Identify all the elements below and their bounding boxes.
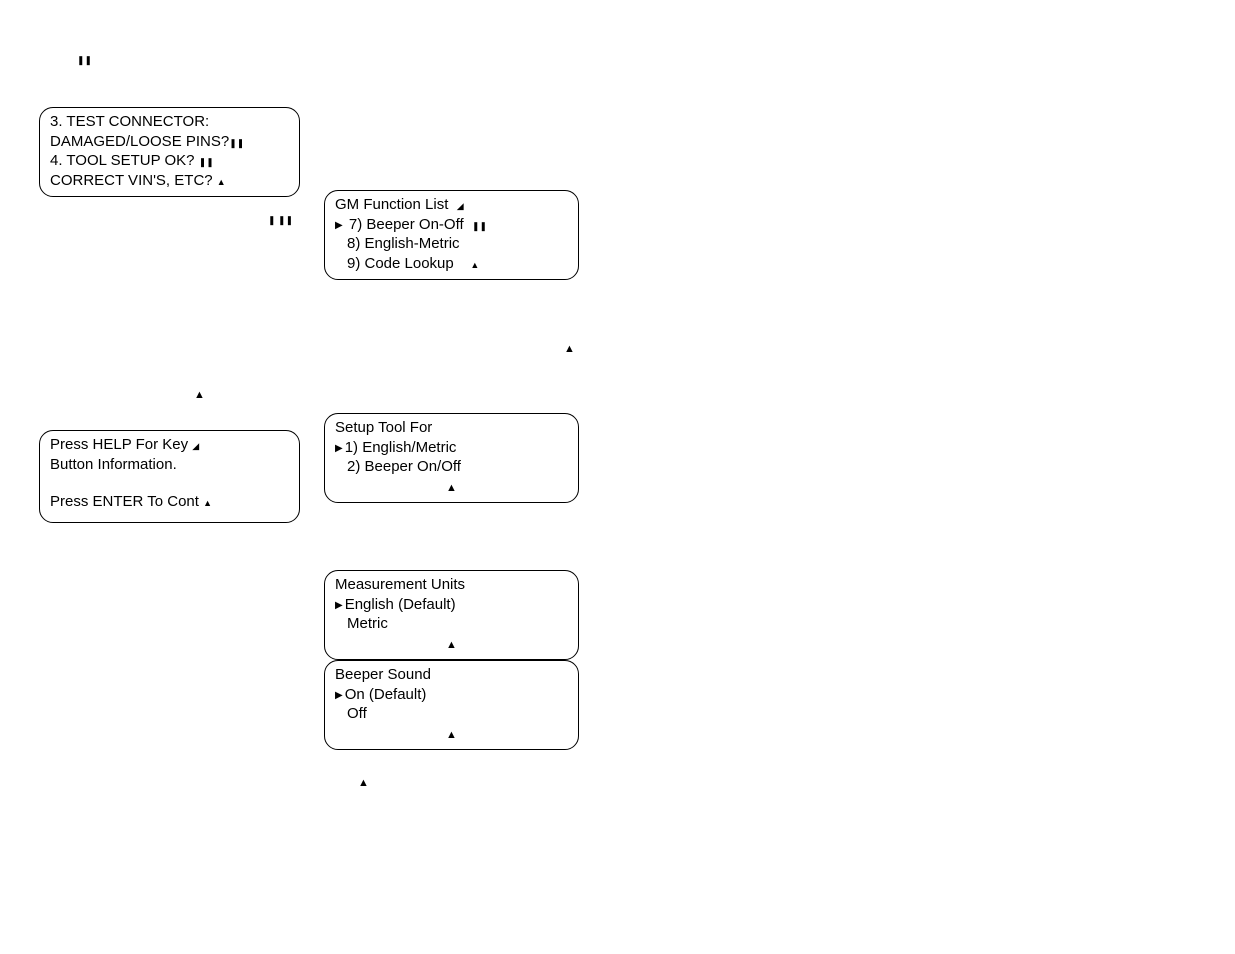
text: 7) Beeper On-Off [349, 216, 464, 233]
text: 4. TOOL SETUP OK? [50, 152, 195, 169]
screen-setup-tool: Setup Tool For 1) English/Metric 2) Beep… [324, 413, 579, 503]
decoration-glyph: ▲ [564, 344, 575, 355]
decoration-glyph: ◢ [457, 202, 464, 211]
option-english[interactable]: English (Default) [335, 595, 568, 615]
text-line: 4. TOOL SETUP OK? ❚❚ [50, 151, 289, 171]
menu-item-beeper-on-off[interactable]: 2) Beeper On/Off [335, 457, 568, 477]
text-line: Press HELP For Key ◢ [50, 435, 289, 455]
decoration-glyph: ▲ [470, 261, 479, 270]
screen-title: Setup Tool For [335, 418, 568, 438]
text-line: Press ENTER To Cont ▲ [50, 492, 289, 512]
option-metric[interactable]: Metric [335, 614, 568, 634]
text-line: Button Information. [50, 455, 289, 475]
text: Press ENTER To Cont [50, 493, 199, 510]
text: DAMAGED/LOOSE PINS? [50, 133, 229, 150]
menu-item-code-lookup[interactable]: 9) Code Lookup ▲ [335, 254, 568, 274]
decoration-glyph: ▲ [446, 640, 457, 651]
screen-help-info: Press HELP For Key ◢ Button Information.… [39, 430, 300, 523]
screen-beeper-sound: Beeper Sound On (Default) Off ▲ [324, 660, 579, 750]
decoration-glyph: ❚❚ [472, 222, 487, 231]
decoration-glyph: ❚❚ [77, 56, 92, 65]
menu-item-english-metric[interactable]: 8) English-Metric [335, 234, 568, 254]
blank-line [50, 474, 289, 492]
decoration-glyph: ❚ ❚❚ [268, 216, 293, 225]
text-line: DAMAGED/LOOSE PINS?❚❚ [50, 132, 289, 152]
screen-gm-function-list: GM Function List ◢ 7) Beeper On-Off ❚❚ 8… [324, 190, 579, 280]
decoration-glyph: ❚❚ [199, 158, 214, 167]
screen-title: Beeper Sound [335, 665, 568, 685]
decoration-glyph: ◢ [192, 442, 199, 451]
decoration-glyph: ▲ [446, 730, 457, 741]
decoration-glyph: ▲ [217, 178, 226, 187]
text: 9) Code Lookup [347, 255, 454, 272]
option-on[interactable]: On (Default) [335, 685, 568, 705]
decoration-glyph: ❚❚ [229, 139, 244, 148]
screen-test-connector: 3. TEST CONNECTOR: DAMAGED/LOOSE PINS?❚❚… [39, 107, 300, 197]
menu-item-beeper-on-off[interactable]: 7) Beeper On-Off ❚❚ [335, 215, 568, 235]
text: GM Function List [335, 196, 448, 213]
screen-title: Measurement Units [335, 575, 568, 595]
decoration-glyph: ▲ [194, 390, 205, 401]
text: Press HELP For Key [50, 436, 188, 453]
option-off[interactable]: Off [335, 704, 568, 724]
text-line: 3. TEST CONNECTOR: [50, 112, 289, 132]
decoration-glyph: ▲ [358, 778, 369, 789]
screen-title: GM Function List ◢ [335, 195, 568, 215]
text: CORRECT VIN'S, ETC? [50, 172, 213, 189]
menu-item-english-metric[interactable]: 1) English/Metric [335, 438, 568, 458]
text-line: CORRECT VIN'S, ETC? ▲ [50, 171, 289, 191]
decoration-glyph: ▲ [446, 483, 457, 494]
screen-measurement-units: Measurement Units English (Default) Metr… [324, 570, 579, 660]
decoration-glyph: ▲ [203, 499, 212, 508]
